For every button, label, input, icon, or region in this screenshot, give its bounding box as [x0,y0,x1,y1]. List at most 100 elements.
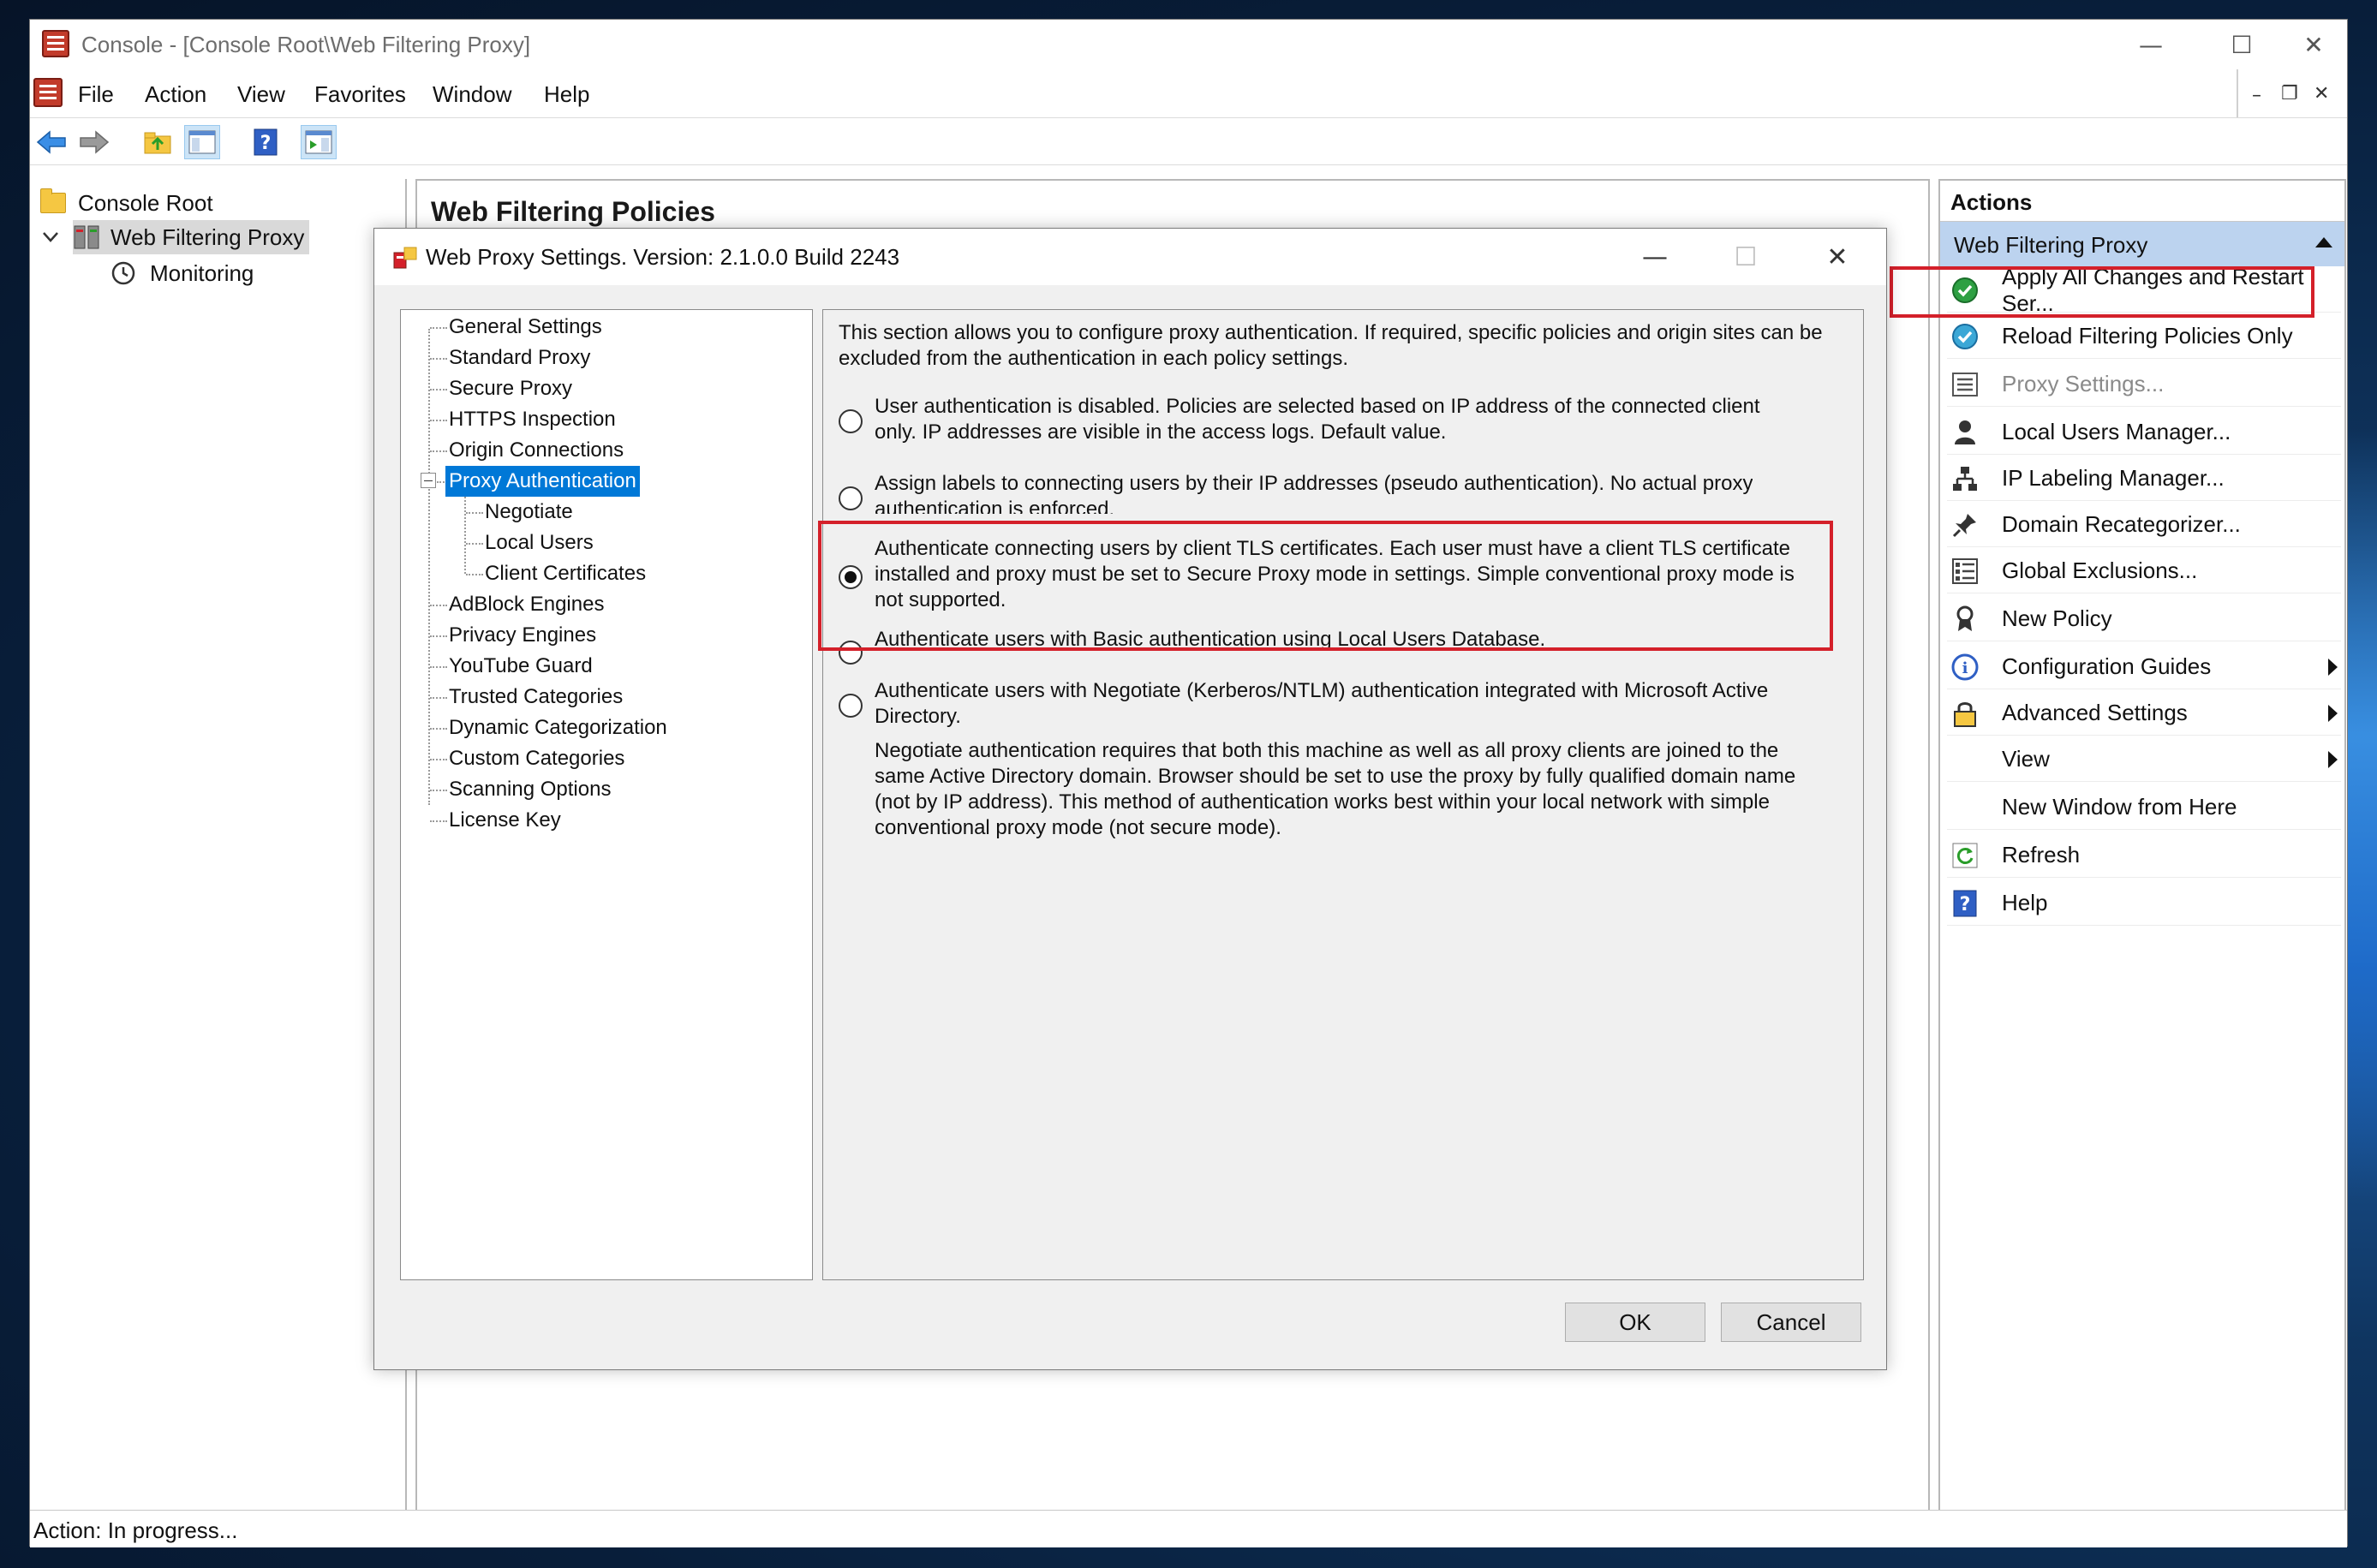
actions-pane: Actions Web Filtering Proxy Apply All Ch… [1938,179,2346,1511]
action-help[interactable]: ? Help [1947,881,2341,926]
settings-tree-proxy-authentication[interactable]: Proxy Authentication [445,466,640,497]
submenu-arrow-icon [2328,659,2338,676]
dialog-maximize-button: ☐ [1734,241,1758,272]
highlight-box-tls-option [818,521,1833,651]
clock-icon [111,261,135,285]
settings-tree-adblock-engines[interactable]: AdBlock Engines [449,589,604,620]
mdi-restore-button[interactable]: ❐ [2281,83,2298,121]
action-reload-filtering-policies[interactable]: Reload Filtering Policies Only [1947,314,2341,359]
window-title: Console - [Console Root\Web Filtering Pr… [81,32,531,57]
close-button[interactable]: ✕ [2288,20,2339,69]
option-negotiate-auth-label[interactable]: Authenticate users with Negotiate (Kerbe… [875,678,1768,730]
dialog-title: Web Proxy Settings. Version: 2.1.0.0 Bui… [426,244,900,270]
settings-tree-trusted-categories[interactable]: Trusted Categories [449,682,623,712]
dialog-minimize-button[interactable]: — [1610,229,1700,285]
toolbar: ? [30,117,2347,165]
lock-icon [1950,699,1980,728]
tree-item-web-filtering-proxy[interactable]: Web Filtering Proxy [73,220,310,254]
actions-group-web-filtering-proxy[interactable]: Web Filtering Proxy [1940,222,2344,266]
maximize-button[interactable]: ☐ [2197,20,2286,69]
mmc-system-menu-icon[interactable] [33,78,63,107]
blue-check-icon [1950,322,1980,351]
action-advanced-settings[interactable]: Advanced Settings [1947,691,2341,736]
action-proxy-settings[interactable]: Proxy Settings... [1947,362,2341,407]
cancel-button[interactable]: Cancel [1721,1303,1861,1342]
action-refresh[interactable]: Refresh [1947,833,2341,878]
settings-tree-negotiate[interactable]: Negotiate [485,497,573,528]
action-new-policy[interactable]: New Policy [1947,597,2341,641]
info-icon: i [1950,653,1980,682]
settings-tree-dynamic-categorization[interactable]: Dynamic Categorization [449,712,667,743]
forward-arrow-icon[interactable] [76,125,112,159]
settings-tree-client-certificates[interactable]: Client Certificates [485,558,646,589]
tree-item-monitoring[interactable]: Monitoring [110,256,254,290]
user-icon [1950,418,1980,447]
settings-tree-general-settings[interactable]: General Settings [449,312,602,343]
settings-tree-privacy-engines[interactable]: Privacy Engines [449,620,596,651]
settings-tree-license-key[interactable]: License Key [449,805,561,836]
negotiate-note-text: Negotiate authentication requires that b… [875,739,1796,839]
console-tree-pane: Console Root Web Filtering Proxy Monitor… [30,179,407,1511]
settings-tree-secure-proxy[interactable]: Secure Proxy [449,373,572,404]
menu-bar: File Action View Favorites Window Help –… [30,69,2347,117]
mdi-close-button[interactable]: ✕ [2314,83,2329,121]
svg-text:?: ? [1960,894,1971,915]
settings-tree-custom-categories[interactable]: Custom Categories [449,743,624,774]
radio-negotiate-auth[interactable] [839,694,863,718]
status-text: Action: In progress... [33,1517,238,1543]
tree-expander[interactable] [42,220,59,254]
show-hide-tree-icon[interactable] [184,125,220,159]
settings-tree-https-inspection[interactable]: HTTPS Inspection [449,404,616,435]
submenu-arrow-icon [2328,705,2338,722]
chevron-down-icon [43,232,58,242]
exclusions-icon [1950,557,1980,586]
action-configuration-guides[interactable]: i Configuration Guides [1947,645,2341,689]
settings-tree-scanning-options[interactable]: Scanning Options [449,774,611,805]
highlight-box-apply [1890,266,2314,318]
action-global-exclusions[interactable]: Global Exclusions... [1947,549,2341,593]
menu-favorites[interactable]: Favorites [314,81,406,108]
menu-action[interactable]: Action [145,81,206,108]
dialog-title-bar[interactable]: Web Proxy Settings. Version: 2.1.0.0 Bui… [374,229,1886,285]
help-icon[interactable]: ? [248,125,284,159]
settings-tree-youtube-guard[interactable]: YouTube Guard [449,651,593,682]
page-title: Web Filtering Policies [431,196,715,227]
status-bar: Action: In progress... [30,1510,2347,1547]
action-ip-labeling-manager[interactable]: IP Labeling Manager... [1947,456,2341,501]
up-folder-icon[interactable] [140,125,176,159]
dialog-close-button[interactable]: ✕ [1791,229,1884,285]
settings-tree-standard-proxy[interactable]: Standard Proxy [449,343,590,373]
proxy-server-icon [74,225,99,249]
option-auth-disabled-label[interactable]: User authentication is disabled. Policie… [875,394,1760,445]
action-local-users-manager[interactable]: Local Users Manager... [1947,410,2341,455]
svg-text:?: ? [260,133,272,154]
radio-auth-disabled[interactable] [839,409,863,433]
pin-icon [1950,510,1980,540]
menu-view[interactable]: View [237,81,285,108]
action-domain-recategorizer[interactable]: Domain Recategorizer... [1947,503,2341,547]
svg-text:i: i [1962,659,1968,677]
action-new-window-from-here[interactable]: New Window from Here [1947,785,2341,830]
option-ip-labels-label[interactable]: Assign labels to connecting users by the… [875,471,1753,514]
console-app-icon [42,30,69,57]
minimize-button[interactable]: — [2106,20,2195,69]
show-hide-action-pane-icon[interactable] [301,125,337,159]
menu-file[interactable]: File [78,81,114,108]
back-arrow-icon[interactable] [33,125,69,159]
action-view[interactable]: View [1947,737,2341,782]
ribbon-icon [1950,605,1980,634]
refresh-icon [1950,841,1980,870]
web-proxy-settings-dialog: Web Proxy Settings. Version: 2.1.0.0 Bui… [373,228,1887,1370]
menu-window[interactable]: Window [433,81,511,108]
menu-help[interactable]: Help [544,81,589,108]
radio-ip-labels[interactable] [839,486,863,510]
folder-icon [40,188,66,213]
settings-tree: General Settings Standard Proxy Secure P… [400,309,813,1280]
tree-item-console-root[interactable]: Console Root [40,186,213,220]
collapse-caret-icon [2315,237,2332,247]
settings-tree-origin-connections[interactable]: Origin Connections [449,435,624,466]
ok-button[interactable]: OK [1565,1303,1705,1342]
title-bar[interactable]: Console - [Console Root\Web Filtering Pr… [30,20,2347,69]
collapse-expander-icon[interactable] [421,473,436,488]
settings-tree-local-users[interactable]: Local Users [485,528,594,558]
